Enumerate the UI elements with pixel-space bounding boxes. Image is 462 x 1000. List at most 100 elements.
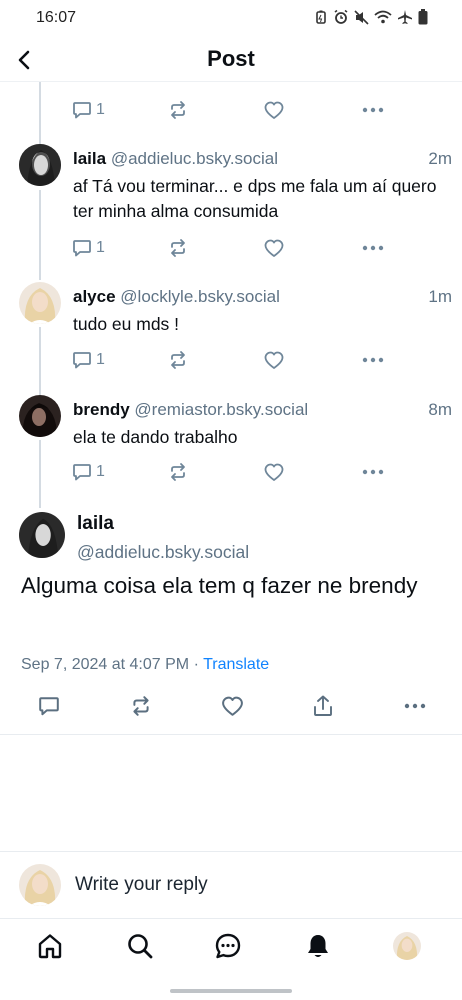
speech-bubble-icon <box>73 463 91 480</box>
avatar[interactable] <box>19 395 61 437</box>
post-header: laila @addieluc.bsky.social <box>73 149 452 169</box>
repost-button[interactable] <box>168 460 188 484</box>
page-title: Post <box>207 46 255 71</box>
main-post-author-name[interactable]: laila <box>77 513 114 535</box>
more-options-button[interactable] <box>362 98 384 122</box>
post-header: brendy @remiastor.bsky.social <box>73 400 452 420</box>
main-post-text: Alguma coisa ela tem q fazer ne brendy <box>21 573 418 598</box>
repost-icon <box>133 696 149 716</box>
battery-icon <box>418 9 428 25</box>
heart-icon <box>264 101 284 119</box>
reply-count: 1 <box>96 351 105 368</box>
like-button[interactable] <box>264 348 284 372</box>
wifi-icon <box>374 10 392 24</box>
heart-icon <box>264 351 284 369</box>
meta-separator: · <box>193 656 199 673</box>
post-actions: 1 <box>72 460 392 484</box>
post-text: tudo eu mds ! <box>73 314 180 334</box>
like-button[interactable] <box>221 694 244 718</box>
more-options-button[interactable] <box>362 348 384 372</box>
reply-input[interactable]: Write your reply <box>75 874 208 896</box>
ellipsis-icon <box>362 107 384 113</box>
main-post-meta: Sep 7, 2024 at 4:07 PM · Translate <box>21 656 269 674</box>
alarm-icon <box>334 9 348 24</box>
home-icon <box>38 934 62 959</box>
status-time: 16:07 <box>36 9 77 26</box>
reply-composer[interactable]: Write your reply <box>0 851 462 917</box>
more-options-button[interactable] <box>362 460 384 484</box>
reply-button[interactable]: 1 <box>72 460 105 484</box>
reply-button[interactable] <box>38 694 60 718</box>
divider <box>0 734 462 735</box>
more-options-button[interactable] <box>404 694 426 718</box>
nav-chat[interactable] <box>213 931 243 961</box>
reply-count: 1 <box>96 239 105 256</box>
post-actions: 1 <box>72 236 392 260</box>
ellipsis-icon <box>362 469 384 475</box>
author-handle[interactable]: @addieluc.bsky.social <box>111 149 278 168</box>
reply-button[interactable]: 1 <box>72 348 105 372</box>
nav-home[interactable] <box>35 931 65 961</box>
translate-link[interactable]: Translate <box>203 656 269 673</box>
main-post-date: Sep 7, 2024 at 4:07 PM <box>21 656 190 673</box>
repost-button[interactable] <box>168 348 188 372</box>
author-name[interactable]: laila <box>73 149 106 168</box>
reply-post[interactable]: alyce @locklyle.bsky.social 1m tudo eu m… <box>0 282 462 392</box>
like-button[interactable] <box>264 98 284 122</box>
heart-icon <box>222 696 243 716</box>
author-handle[interactable]: @locklyle.bsky.social <box>120 287 280 306</box>
avatar[interactable] <box>19 144 61 186</box>
post-actions: 1 <box>72 98 392 122</box>
repost-button[interactable] <box>168 98 188 122</box>
post-actions: 1 <box>72 348 392 372</box>
mute-icon <box>354 9 369 25</box>
nav-search[interactable] <box>125 931 155 961</box>
reply-post[interactable]: brendy @remiastor.bsky.social 8m ela te … <box>0 395 462 505</box>
more-options-button[interactable] <box>362 236 384 260</box>
repost-icon <box>171 101 185 119</box>
header: Post <box>0 36 462 82</box>
avatar[interactable] <box>19 282 61 324</box>
post-time: 1m <box>428 287 452 306</box>
nav-profile[interactable] <box>392 931 422 961</box>
avatar <box>393 932 421 960</box>
like-button[interactable] <box>264 460 284 484</box>
main-post-author-handle[interactable]: @addieluc.bsky.social <box>77 542 249 563</box>
repost-icon <box>171 463 185 481</box>
speech-bubble-icon <box>73 101 91 118</box>
chat-icon <box>215 933 241 959</box>
post-header: alyce @locklyle.bsky.social <box>73 287 452 307</box>
ellipsis-icon <box>362 357 384 363</box>
airplane-mode-icon <box>398 10 412 24</box>
author-handle[interactable]: @remiastor.bsky.social <box>134 400 308 419</box>
status-icons <box>314 9 428 25</box>
nav-notifications[interactable] <box>303 931 333 961</box>
reply-count: 1 <box>96 101 105 118</box>
thread-line <box>39 82 41 144</box>
bell-icon <box>308 935 328 957</box>
main-post-avatar[interactable] <box>19 512 65 558</box>
reply-button[interactable]: 1 <box>72 236 105 260</box>
status-bar: 16:07 <box>0 0 462 36</box>
reply-button[interactable]: 1 <box>72 98 105 122</box>
author-name[interactable]: alyce <box>73 287 116 306</box>
post-time: 8m <box>428 400 452 419</box>
speech-bubble-icon <box>73 239 91 256</box>
bottom-nav <box>0 918 462 974</box>
search-icon <box>128 934 153 959</box>
avatar <box>19 864 61 906</box>
share-button[interactable] <box>313 694 333 718</box>
post-text: af Tá vou terminar... e dps me fala um a… <box>73 176 437 221</box>
speech-bubble-icon <box>39 696 59 715</box>
battery-saver-icon <box>316 10 326 24</box>
post-time: 2m <box>428 149 452 168</box>
home-indicator <box>170 989 292 993</box>
repost-button[interactable] <box>168 236 188 260</box>
author-name[interactable]: brendy <box>73 400 130 419</box>
heart-icon <box>264 239 284 257</box>
like-button[interactable] <box>264 236 284 260</box>
main-post-actions <box>0 694 462 720</box>
repost-button[interactable] <box>130 694 152 718</box>
ellipsis-icon <box>404 703 426 709</box>
ellipsis-icon <box>362 245 384 251</box>
